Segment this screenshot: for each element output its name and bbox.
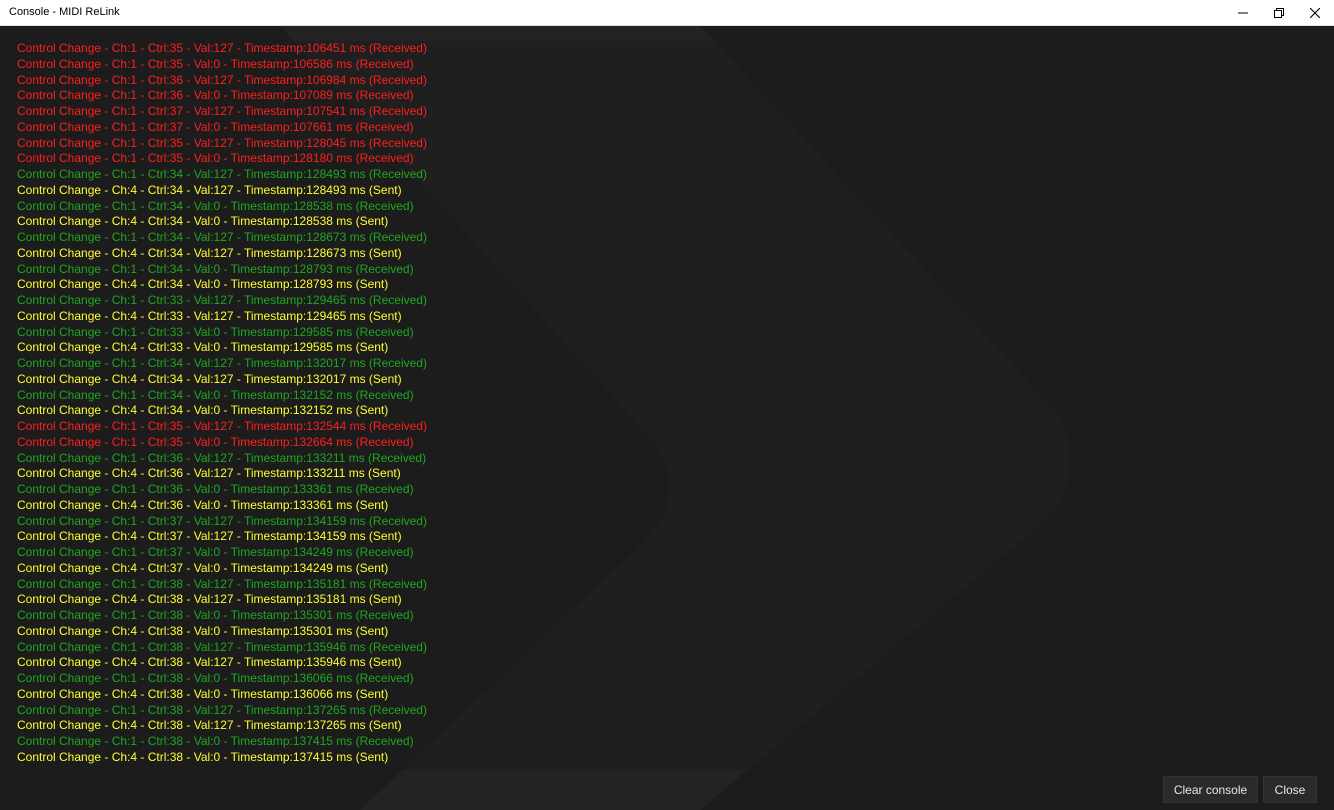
window-title: Console - MIDI ReLink — [9, 6, 120, 18]
window-close-button[interactable] — [1297, 0, 1333, 25]
log-line: Control Change - Ch:4 - Ctrl:34 - Val:12… — [17, 371, 402, 386]
log-line: Control Change - Ch:4 - Ctrl:33 - Val:12… — [17, 308, 402, 323]
close-button[interactable]: Close — [1263, 776, 1317, 803]
log-line: Control Change - Ch:1 - Ctrl:37 - Val:0 … — [17, 119, 414, 134]
log-line: Control Change - Ch:1 - Ctrl:35 - Val:12… — [17, 41, 427, 55]
log-line: Control Change - Ch:1 - Ctrl:37 - Val:12… — [17, 513, 427, 528]
log-line: Control Change - Ch:1 - Ctrl:36 - Val:0 … — [17, 88, 414, 103]
restore-button[interactable] — [1261, 0, 1297, 25]
log-line: Control Change - Ch:4 - Ctrl:33 - Val:0 … — [17, 340, 389, 355]
log-line: Control Change - Ch:4 - Ctrl:34 - Val:12… — [17, 245, 402, 260]
minimize-icon — [1238, 12, 1248, 13]
log-line: Control Change - Ch:1 - Ctrl:34 - Val:0 … — [17, 198, 414, 213]
log-line: Control Change - Ch:4 - Ctrl:34 - Val:0 … — [17, 277, 389, 292]
log-line: Control Change - Ch:4 - Ctrl:37 - Val:0 … — [17, 560, 389, 575]
log-line: Control Change - Ch:4 - Ctrl:38 - Val:12… — [17, 718, 402, 733]
log-line: Control Change - Ch:4 - Ctrl:38 - Val:12… — [17, 592, 402, 607]
restore-icon — [1274, 7, 1284, 18]
log-line: Control Change - Ch:1 - Ctrl:38 - Val:0 … — [17, 671, 414, 685]
close-icon — [1310, 7, 1320, 18]
log-line: Control Change - Ch:1 - Ctrl:36 - Val:12… — [17, 450, 427, 465]
log-line: Control Change - Ch:1 - Ctrl:35 - Val:0 … — [17, 151, 414, 166]
log-line: Control Change - Ch:1 - Ctrl:38 - Val:12… — [17, 639, 427, 654]
log-line: Control Change - Ch:1 - Ctrl:38 - Val:0 … — [17, 608, 414, 622]
log-line: Control Change - Ch:4 - Ctrl:34 - Val:12… — [17, 182, 402, 197]
log-line: Control Change - Ch:4 - Ctrl:36 - Val:12… — [17, 466, 401, 481]
log-line: Control Change - Ch:1 - Ctrl:37 - Val:0 … — [17, 545, 414, 559]
log-line: Control Change - Ch:1 - Ctrl:38 - Val:12… — [17, 576, 427, 591]
log-line: Control Change - Ch:1 - Ctrl:34 - Val:12… — [17, 230, 427, 244]
log-line: Control Change - Ch:4 - Ctrl:37 - Val:12… — [17, 529, 402, 544]
log-line: Control Change - Ch:1 - Ctrl:34 - Val:12… — [17, 356, 427, 370]
log-line: Control Change - Ch:1 - Ctrl:33 - Val:0 … — [17, 324, 414, 339]
log-line: Control Change - Ch:4 - Ctrl:38 - Val:0 … — [17, 749, 389, 764]
log-line: Control Change - Ch:1 - Ctrl:36 - Val:0 … — [17, 482, 414, 496]
log-line: Control Change - Ch:4 - Ctrl:38 - Val:0 … — [17, 686, 389, 701]
log-line: Control Change - Ch:1 - Ctrl:35 - Val:12… — [17, 419, 427, 433]
log-line: Control Change - Ch:1 - Ctrl:38 - Val:12… — [17, 702, 427, 717]
log-line: Control Change - Ch:4 - Ctrl:38 - Val:12… — [17, 655, 402, 670]
log-line: Control Change - Ch:1 - Ctrl:34 - Val:0 … — [17, 387, 414, 402]
log-line: Control Change - Ch:1 - Ctrl:36 - Val:12… — [17, 72, 427, 87]
log-line: Control Change - Ch:4 - Ctrl:34 - Val:0 … — [17, 214, 389, 229]
minimize-button[interactable] — [1225, 0, 1261, 25]
log-line: Control Change - Ch:1 - Ctrl:37 - Val:12… — [17, 104, 427, 118]
log-line: Control Change - Ch:1 - Ctrl:38 - Val:0 … — [17, 734, 414, 748]
clear-console-button[interactable]: Clear console — [1163, 776, 1258, 803]
log-line: Control Change - Ch:1 - Ctrl:35 - Val:0 … — [17, 56, 414, 71]
log-line: Control Change - Ch:1 - Ctrl:35 - Val:12… — [17, 135, 427, 150]
title-bar: Console - MIDI ReLink — [0, 0, 1334, 26]
log-line: Control Change - Ch:1 - Ctrl:33 - Val:12… — [17, 293, 427, 307]
console-output[interactable]: Control Change - Ch:1 - Ctrl:35 - Val:12… — [14, 41, 1316, 770]
log-line: Control Change - Ch:4 - Ctrl:38 - Val:0 … — [17, 623, 389, 638]
log-line: Control Change - Ch:4 - Ctrl:36 - Val:0 … — [17, 497, 389, 512]
log-line: Control Change - Ch:1 - Ctrl:35 - Val:0 … — [17, 434, 414, 449]
log-list: Control Change - Ch:1 - Ctrl:35 - Val:12… — [17, 41, 1307, 766]
log-line: Control Change - Ch:1 - Ctrl:34 - Val:0 … — [17, 261, 414, 276]
log-line: Control Change - Ch:1 - Ctrl:34 - Val:12… — [17, 167, 427, 181]
log-line: Control Change - Ch:4 - Ctrl:34 - Val:0 … — [17, 403, 389, 418]
